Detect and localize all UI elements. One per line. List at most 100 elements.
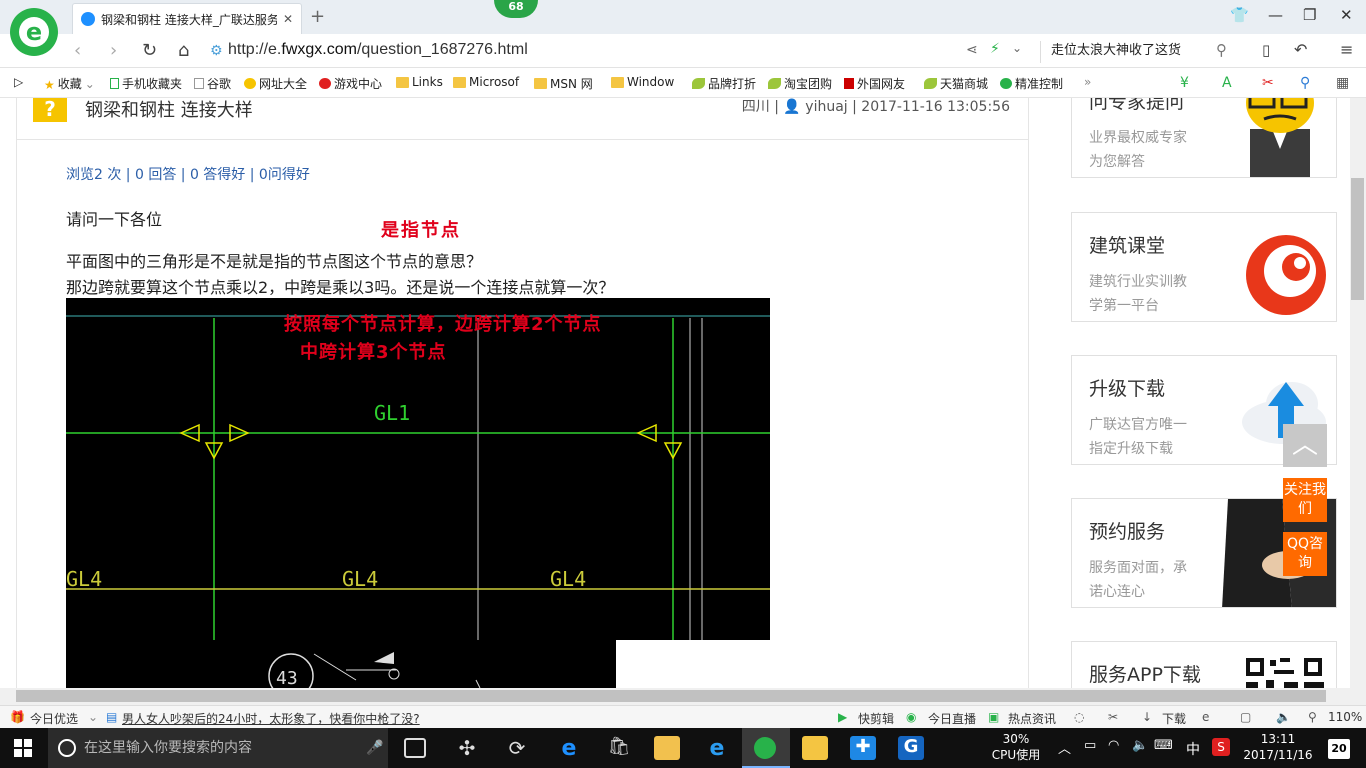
card-subtitle: 指定升级下载 — [1089, 441, 1173, 457]
notes-app-icon[interactable] — [802, 736, 828, 760]
cross-app-icon[interactable]: ✚ — [850, 736, 876, 760]
restore-button[interactable]: ❐ — [1303, 6, 1316, 24]
bookmark-google[interactable]: 谷歌 — [194, 75, 231, 92]
bookmark-windows[interactable]: Window — [611, 75, 674, 89]
tab-title: 钢梁和钢柱 连接大样_广联达服务 — [101, 12, 277, 27]
taskbar-search-input[interactable]: 在这里输入你要搜索的内容 🎤 — [48, 728, 388, 768]
qq-consult-button[interactable]: QQ咨询 — [1283, 532, 1327, 576]
url-input[interactable]: http://e.fwxgx.com/question_1687276.html — [228, 41, 528, 59]
zoom-icon[interactable]: ⚲ — [1308, 710, 1317, 724]
home-icon[interactable]: ⌂ — [178, 40, 189, 61]
bookmark-links[interactable]: Links — [396, 75, 443, 89]
scissors-icon[interactable]: ✂ — [1262, 75, 1274, 91]
keyboard-icon[interactable]: ⌨ — [1154, 738, 1173, 753]
back-to-top-button[interactable]: ︿ — [1283, 424, 1327, 467]
download-link[interactable]: 下载 — [1162, 710, 1186, 727]
translate-icon[interactable]: A — [1222, 75, 1232, 91]
volume-icon[interactable]: 🔈 — [1132, 738, 1148, 753]
task-view-icon[interactable] — [404, 738, 426, 758]
bookmark-precise[interactable]: 精准控制 — [1000, 75, 1063, 92]
vertical-scroll-thumb[interactable] — [1351, 178, 1364, 300]
phone-icon[interactable]: ▯ — [1262, 41, 1270, 59]
question-title: 钢梁和钢柱 连接大样 — [85, 100, 253, 121]
grid-icon[interactable]: ▦ — [1336, 75, 1349, 91]
zoom-level[interactable]: 110% — [1328, 710, 1362, 724]
notification-center-icon[interactable]: 20 — [1328, 739, 1350, 759]
menu-icon[interactable]: ≡ — [1340, 40, 1353, 59]
live-link[interactable]: 今日直播 — [928, 710, 976, 727]
tools-icon[interactable]: ✂ — [1108, 710, 1118, 724]
ie-browser-icon[interactable]: e — [704, 736, 730, 761]
system-clock[interactable]: 13:11 2017/11/16 — [1240, 731, 1316, 763]
close-tab-icon[interactable]: ✕ — [283, 12, 293, 26]
battery-icon[interactable]: ▭ — [1084, 738, 1096, 753]
today-picks-link[interactable]: 今日优选 — [30, 710, 78, 727]
cad-drawing-image: GL1 GL4 GL4 GL4 按照每个节点计算，边跨计算2个节点 中跨计算3个… — [66, 298, 770, 640]
card-ask-expert[interactable]: 问专家提问 业界最权威专家 为您解答 — [1071, 98, 1337, 178]
user-link[interactable]: yihuaj — [805, 99, 847, 115]
sogou-input-icon[interactable]: S — [1212, 738, 1230, 756]
bookmark-microsoft[interactable]: Microsof — [453, 75, 519, 89]
microphone-icon[interactable]: 🎤 — [366, 728, 383, 768]
tray-expand-icon[interactable]: ︿ — [1058, 738, 1071, 757]
chevron-down-icon[interactable]: ⌄ — [88, 710, 98, 724]
bookmark-favorites[interactable]: ★ 收藏 ⌄ — [44, 75, 95, 93]
hot-news-icon: ▣ — [988, 710, 1000, 724]
region-link[interactable]: 四川 — [742, 99, 770, 115]
wifi-icon[interactable]: ◠ — [1108, 738, 1119, 753]
magnifier-icon[interactable]: ⚲ — [1300, 75, 1310, 91]
question-stats: 浏览2 次 | 0 回答 | 0 答得好 | 0问得好 — [66, 167, 310, 183]
refresh-icon[interactable]: ↻ — [142, 40, 157, 61]
card-building-class[interactable]: 建筑课堂 建筑行业实训教 学第一平台 — [1071, 212, 1337, 322]
badge-count[interactable]: 68 — [494, 0, 538, 18]
windows-taskbar: 在这里输入你要搜索的内容 🎤 ✣ ⟳ e 🛍 e ✚ G 30% CPU使用 ︿… — [0, 728, 1366, 768]
fan-app-icon[interactable]: ✣ — [454, 736, 480, 760]
chevron-down-icon[interactable]: ⌄ — [1012, 41, 1022, 55]
bookmark-foreign[interactable]: 外国网友 — [844, 75, 905, 92]
search-icon[interactable]: ⚲ — [1216, 41, 1227, 59]
sidebar-toggle-icon[interactable]: ▷ — [14, 75, 23, 89]
follow-us-button[interactable]: 关注我们 — [1283, 478, 1327, 522]
lightning-icon[interactable]: ⚡ — [990, 41, 1000, 57]
new-tab-button[interactable]: + — [310, 6, 325, 27]
search-input[interactable]: 走位太浪大神收了这货 — [1040, 41, 1235, 63]
card-app-download[interactable]: 服务APP下载 — [1071, 641, 1337, 688]
bookmark-tmall[interactable]: 天猫商城 — [924, 75, 988, 92]
share-icon[interactable]: ⋖ — [966, 42, 978, 58]
money-icon[interactable]: ¥ — [1180, 75, 1189, 91]
hot-news-link[interactable]: 热点资讯 — [1008, 710, 1056, 727]
shirt-icon[interactable]: 👕 — [1230, 6, 1249, 24]
download-icon[interactable]: ↓ — [1142, 710, 1152, 724]
browser-logo-icon[interactable]: e — [10, 8, 58, 56]
card-subtitle: 广联达官方唯一 — [1089, 417, 1187, 433]
bookmark-taobao[interactable]: 淘宝团购 — [768, 75, 832, 92]
glodon-app-icon[interactable]: G — [898, 736, 924, 760]
quick-edit-link[interactable]: 快剪辑 — [858, 710, 894, 727]
taskbar-active-app[interactable] — [742, 728, 790, 768]
window-icon[interactable]: ▢ — [1240, 710, 1251, 724]
more-bookmarks-icon[interactable]: » — [1084, 75, 1091, 89]
minimize-button[interactable]: — — [1268, 6, 1283, 24]
bookmark-games[interactable]: 游戏中心 — [319, 75, 382, 92]
back-icon[interactable]: ‹ — [74, 40, 81, 61]
horizontal-scroll-thumb[interactable] — [16, 690, 1326, 702]
windows-start-icon[interactable] — [14, 739, 32, 757]
edge-browser-icon[interactable]: e — [556, 736, 582, 761]
bookmark-nav[interactable]: 网址大全 — [244, 75, 307, 92]
speed-icon[interactable]: ◌ — [1074, 710, 1084, 724]
ie-mode-icon[interactable]: e — [1202, 710, 1209, 724]
ime-indicator[interactable]: 中 — [1186, 739, 1200, 759]
bookmark-brand[interactable]: 品牌打折 — [692, 75, 756, 92]
swirl-app-icon[interactable]: ⟳ — [504, 736, 530, 760]
browser-tab[interactable]: 钢梁和钢柱 连接大样_广联达服务 ✕ — [72, 3, 302, 34]
store-icon[interactable]: 🛍 — [606, 736, 632, 760]
news-headline-link[interactable]: 男人女人吵架后的24小时，太形象了，快看你中枪了没? — [122, 710, 420, 727]
forward-icon[interactable]: › — [110, 40, 117, 61]
undo-icon[interactable]: ↶ — [1294, 40, 1307, 59]
sound-icon[interactable]: 🔈 — [1276, 710, 1291, 724]
file-explorer-icon[interactable] — [654, 736, 680, 760]
bookmark-msn[interactable]: MSN 网 — [534, 75, 593, 92]
site-favicon-icon — [81, 12, 95, 26]
close-window-button[interactable]: ✕ — [1340, 6, 1353, 24]
bookmark-mobile[interactable]: 手机收藏夹 — [110, 75, 182, 92]
